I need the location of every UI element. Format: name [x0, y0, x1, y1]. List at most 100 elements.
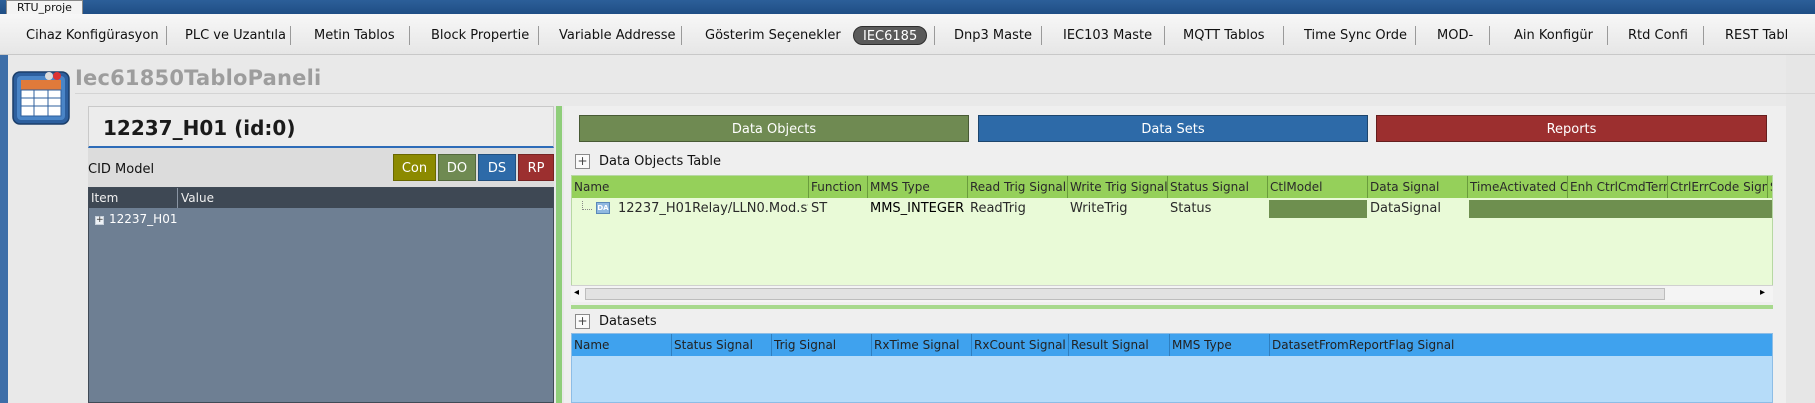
cell-status[interactable]: Status — [1168, 199, 1268, 219]
tab-separator — [1703, 26, 1704, 45]
ds-col-result-signal[interactable]: Result Signal — [1069, 334, 1170, 356]
right-margin — [1786, 55, 1815, 403]
rp-button[interactable]: RP — [518, 154, 554, 181]
cell-ctl-model[interactable] — [1269, 200, 1367, 218]
window-titlebar — [0, 0, 1815, 14]
cell-read-trig[interactable]: ReadTrig — [968, 199, 1068, 219]
tab-separator — [1489, 26, 1490, 45]
ds-col-mms-type[interactable]: MMS Type — [1170, 334, 1270, 356]
do-button[interactable]: DO — [438, 154, 476, 181]
cell-function: ST — [811, 201, 828, 216]
scrollbar-thumb[interactable] — [585, 288, 1665, 300]
ds-col-rxtime-signal[interactable]: RxTime Signal — [872, 334, 972, 356]
col-status-signal[interactable]: Status Signal — [1168, 176, 1268, 198]
data-objects-button[interactable]: Data Objects — [579, 115, 969, 142]
datasets-title: Datasets — [599, 314, 657, 329]
scroll-right-icon[interactable]: ▸ — [1760, 287, 1765, 298]
data-objects-table[interactable]: Name Function MMS Type Read Trig Signal … — [571, 175, 1773, 302]
tree-col-value[interactable]: Value — [181, 191, 214, 205]
tab-ain-konfigur[interactable]: Ain Konfigür — [1514, 26, 1593, 45]
ds-button[interactable]: DS — [478, 154, 516, 181]
col-data-signal[interactable]: Data Signal — [1368, 176, 1468, 198]
tab-rest-tablo[interactable]: REST Tabl — [1725, 26, 1788, 45]
table-row[interactable]: DA 12237_H01Relay/LLN0.Mod.stVal ST MMS_… — [572, 199, 1772, 219]
tab-separator — [538, 26, 539, 45]
tab-separator — [1415, 26, 1416, 45]
cid-model-tree[interactable]: Item Value +12237_H01 — [88, 187, 554, 403]
reports-button[interactable]: Reports — [1376, 115, 1767, 142]
tab-time-sync-order[interactable]: Time Sync Orde — [1304, 26, 1407, 45]
col-ctrl-err-code[interactable]: CtrlErrCode Signal — [1668, 176, 1768, 198]
data-attribute-icon: DA — [596, 202, 610, 214]
device-title: 12237_H01 (id:0) — [103, 116, 296, 140]
tree-node-root[interactable]: +12237_H01 — [95, 212, 177, 226]
expand-icon[interactable]: + — [95, 216, 104, 225]
scroll-left-icon[interactable]: ◂ — [574, 287, 579, 298]
window-tab[interactable]: RTU_proje — [6, 0, 83, 15]
datasets-table[interactable]: Name Status Signal Trig Signal RxTime Si… — [571, 333, 1773, 403]
section-divider[interactable] — [571, 305, 1773, 309]
tab-iec61850[interactable]: IEC6185 — [853, 26, 928, 45]
tab-iec103-master[interactable]: IEC103 Maste — [1063, 26, 1152, 45]
tab-cihaz-konfigurasyon[interactable]: Cihaz Konfigürasyon — [26, 26, 159, 45]
panel-splitter[interactable] — [556, 106, 562, 403]
device-header: 12237_H01 (id:0) — [88, 106, 554, 148]
tree-col-divider — [177, 188, 178, 208]
tab-block-properties[interactable]: Block Propertie — [431, 26, 529, 45]
main-tab-bar: Cihaz Konfigürasyon PLC ve Uzantıla Meti… — [0, 14, 1815, 55]
cell-extra-columns[interactable] — [1469, 200, 1772, 218]
tree-connector — [582, 201, 592, 210]
tree-node-label: 12237_H01 — [109, 212, 178, 226]
tree-header: Item Value — [89, 188, 553, 208]
horizontal-scrollbar[interactable]: ◂ ▸ — [571, 285, 1773, 302]
tab-separator — [681, 26, 682, 45]
tab-modbus[interactable]: MOD- — [1437, 26, 1473, 45]
cell-data-signal[interactable]: DataSignal — [1368, 199, 1468, 219]
cell-name: 12237_H01Relay/LLN0.Mod.stVal — [618, 201, 808, 216]
cell-mms-type: MMS_INTEGER — [870, 201, 965, 216]
col-more[interactable]: S — [1768, 176, 1772, 198]
col-name[interactable]: Name — [572, 176, 809, 198]
ds-col-dataset-from-report-flag[interactable]: DatasetFromReportFlag Signal — [1270, 334, 1772, 356]
data-objects-title: Data Objects Table — [599, 154, 722, 169]
tab-separator — [1041, 26, 1042, 45]
ds-col-rxcount-signal[interactable]: RxCount Signal — [972, 334, 1069, 356]
tab-gosterim-secenekler[interactable]: Gösterim Seçenekler — [705, 26, 841, 45]
col-ctl-model[interactable]: CtlModel — [1268, 176, 1368, 198]
tab-mqtt-tablosu[interactable]: MQTT Tablos — [1183, 26, 1265, 45]
ds-col-trig-signal[interactable]: Trig Signal — [772, 334, 872, 356]
cid-model-label: CID Model — [88, 162, 155, 177]
con-button[interactable]: Con — [393, 154, 436, 181]
header-divider — [75, 93, 1815, 94]
left-window-edge — [0, 55, 8, 403]
tab-dnp3-master[interactable]: Dnp3 Maste — [954, 26, 1032, 45]
col-read-trig[interactable]: Read Trig Signal — [968, 176, 1068, 198]
expand-data-objects-icon[interactable]: + — [575, 154, 590, 169]
tab-rtd-config[interactable]: Rtd Confi — [1628, 26, 1688, 45]
data-objects-header: Name Function MMS Type Read Trig Signal … — [572, 176, 1772, 198]
expand-datasets-icon[interactable]: + — [575, 314, 590, 329]
col-write-trig[interactable]: Write Trig Signal — [1068, 176, 1168, 198]
table-panel-icon — [11, 68, 73, 128]
datasets-header: Name Status Signal Trig Signal RxTime Si… — [572, 334, 1772, 356]
col-enh-ctrl-cmd-term[interactable]: Enh CtrlCmdTerm — [1568, 176, 1668, 198]
tab-separator — [166, 26, 167, 45]
tab-variable-addresses[interactable]: Variable Addresse — [559, 26, 676, 45]
tree-col-item[interactable]: Item — [91, 191, 118, 205]
ds-col-name[interactable]: Name — [572, 334, 672, 356]
col-time-activated-ctrl[interactable]: TimeActivated Ctrl — [1468, 176, 1568, 198]
cell-write-trig[interactable]: WriteTrig — [1068, 199, 1168, 219]
tab-separator — [1164, 26, 1165, 45]
tab-separator — [934, 26, 935, 45]
tab-metin-tablosu[interactable]: Metin Tablos — [314, 26, 395, 45]
tab-separator — [290, 26, 291, 45]
ds-col-status-signal[interactable]: Status Signal — [672, 334, 772, 356]
data-sets-button[interactable]: Data Sets — [978, 115, 1368, 142]
col-mms-type[interactable]: MMS Type — [868, 176, 968, 198]
tab-separator — [409, 26, 410, 45]
panel-title: Iec61850TabloPaneli — [75, 66, 322, 90]
tab-separator — [1607, 26, 1608, 45]
tab-plc-uzantilari[interactable]: PLC ve Uzantıla — [185, 26, 286, 45]
tab-separator — [1283, 26, 1284, 45]
col-function[interactable]: Function — [809, 176, 868, 198]
